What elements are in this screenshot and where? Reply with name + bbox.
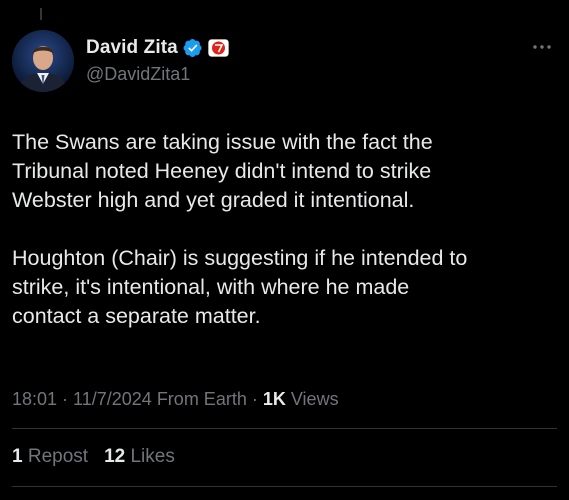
tweet-time[interactable]: 18:01 xyxy=(12,389,57,409)
avatar[interactable] xyxy=(12,30,74,92)
avatar-image xyxy=(12,30,74,92)
tweet-meta: 18:01 · 11/7/2024 From Earth · 1K Views xyxy=(12,389,339,410)
verified-badge-icon[interactable] xyxy=(183,38,203,58)
meta-separator: · xyxy=(246,389,263,409)
reposts-count: 1 xyxy=(12,446,23,467)
divider xyxy=(12,428,557,429)
author-display-name[interactable]: David Zita xyxy=(86,37,178,59)
tweet-source: From Earth xyxy=(156,389,247,409)
meta-separator: · xyxy=(57,389,74,409)
reposts-stat[interactable]: 1 Repost xyxy=(12,446,88,467)
tweet-header: David Zita @DavidZita1 xyxy=(12,30,557,94)
likes-count: 12 xyxy=(104,446,126,467)
more-options-icon[interactable] xyxy=(531,40,553,54)
tweet-paragraph: The Swans are taking issue with the fact… xyxy=(12,130,433,212)
likes-label: Likes xyxy=(130,446,175,467)
views-count[interactable]: 1K xyxy=(263,389,286,409)
seven-network-logo-icon[interactable] xyxy=(208,39,229,57)
author-block: David Zita @DavidZita1 xyxy=(86,34,229,85)
thread-connector-line xyxy=(40,8,42,20)
author-name-row: David Zita xyxy=(86,34,229,62)
views-label[interactable]: Views xyxy=(291,389,339,409)
divider xyxy=(12,486,557,487)
tweet-date[interactable]: 11/7/2024 xyxy=(73,389,152,409)
engagement-stats: 1 Repost 12 Likes xyxy=(12,446,175,468)
reposts-label: Repost xyxy=(27,446,89,467)
tweet-paragraph: Houghton (Chair) is suggesting if he int… xyxy=(12,246,468,328)
author-handle[interactable]: @DavidZita1 xyxy=(86,64,229,85)
likes-stat[interactable]: 12 Likes xyxy=(104,446,175,467)
tweet-body: The Swans are taking issue with the fact… xyxy=(12,128,552,360)
